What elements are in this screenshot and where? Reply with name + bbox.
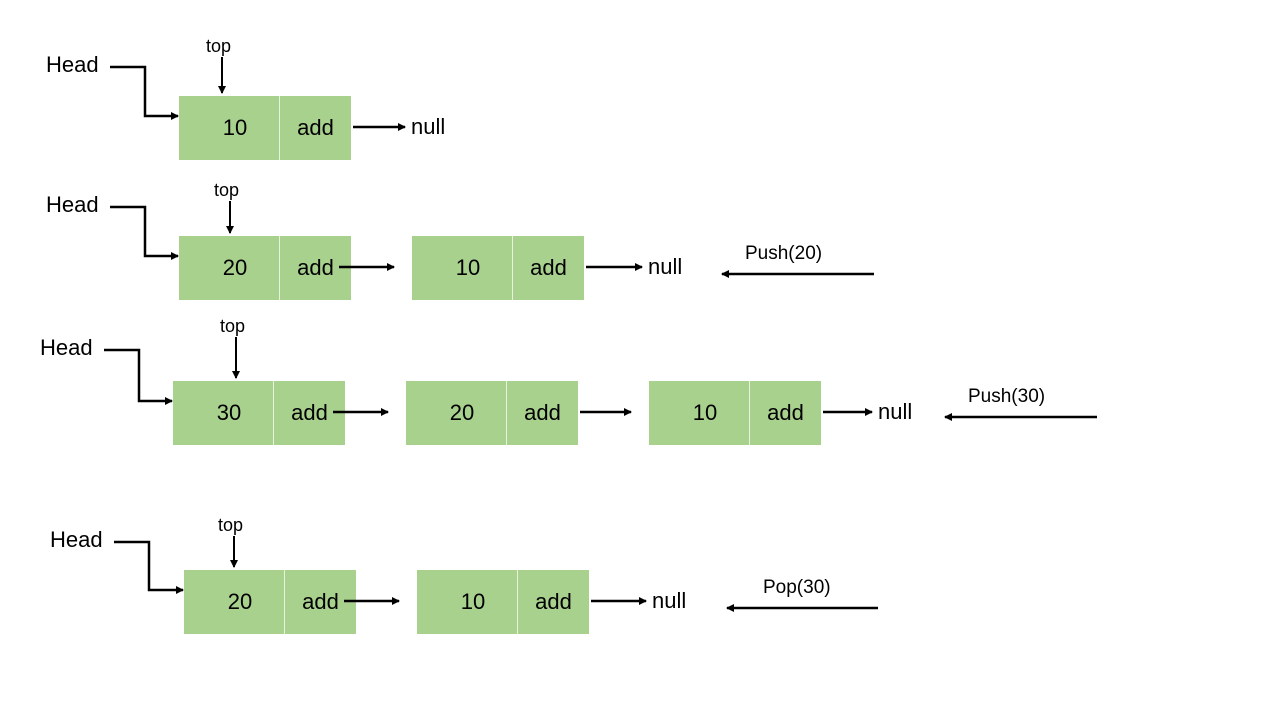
connector-lines xyxy=(104,57,1097,612)
head-pointer-arrow xyxy=(110,65,179,120)
head-pointer-arrow xyxy=(114,540,184,594)
head-pointer-arrow xyxy=(104,348,173,405)
head-pointer-arrow xyxy=(110,205,179,260)
stack-linked-list-diagram: Head top 10 add null Head top 20 add 10 add null Pus… xyxy=(0,0,1280,720)
